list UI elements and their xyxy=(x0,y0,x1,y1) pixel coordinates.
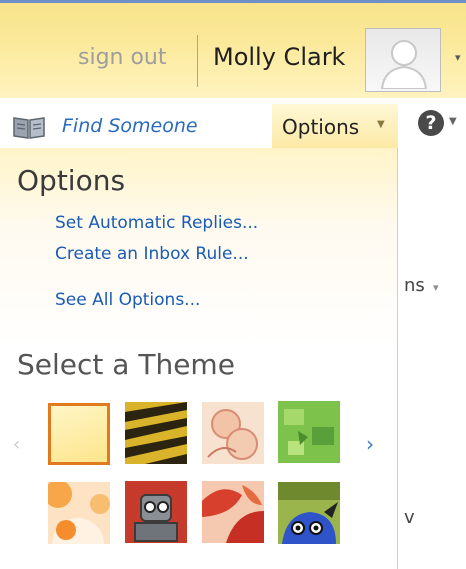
background-menu-text: ns xyxy=(404,275,425,296)
theme-thumbnail-robot[interactable] xyxy=(125,481,187,543)
theme-thumbnail-yellow-tiger[interactable] xyxy=(125,402,187,464)
options-tab[interactable]: Options ▼ xyxy=(272,104,398,148)
background-letter: v xyxy=(404,507,415,528)
chevron-down-icon: ▼ xyxy=(377,119,385,130)
theme-thumbnail-red-leaves[interactable] xyxy=(202,481,264,543)
options-tab-label: Options xyxy=(282,115,360,139)
panel-title: Options xyxy=(17,164,126,197)
theme-thumbnail-peach-sketch[interactable] xyxy=(202,402,264,464)
theme-thumbnail-green-leaves[interactable] xyxy=(278,401,340,463)
theme-thumbnail-pale-yellow[interactable] xyxy=(48,403,110,465)
address-book-icon[interactable] xyxy=(12,115,46,143)
options-dropdown-panel: Options Set Automatic Replies... Create … xyxy=(0,148,398,569)
avatar[interactable] xyxy=(365,28,441,92)
find-someone-input[interactable]: Find Someone xyxy=(62,115,198,137)
theme-thumbnail-blue-creature[interactable] xyxy=(278,482,340,544)
person-silhouette-icon xyxy=(380,40,428,89)
theme-thumbnail-orange-swirl[interactable] xyxy=(48,482,110,544)
chevron-down-icon[interactable]: ▼ xyxy=(449,116,457,127)
find-someone-bar: Find Someone xyxy=(0,104,273,148)
set-automatic-replies-link[interactable]: Set Automatic Replies... xyxy=(55,213,258,233)
select-theme-heading: Select a Theme xyxy=(17,348,235,381)
sign-out-link[interactable]: sign out xyxy=(78,45,167,70)
create-inbox-rule-link[interactable]: Create an Inbox Rule... xyxy=(55,244,249,264)
chevron-down-icon[interactable]: ▾ xyxy=(455,51,461,64)
user-name[interactable]: Molly Clark xyxy=(213,43,345,71)
help-icon[interactable]: ? xyxy=(418,110,444,136)
header-bar: sign out Molly Clark ▾ xyxy=(0,0,466,98)
chevron-left-icon[interactable]: ‹ xyxy=(13,434,20,455)
see-all-options-link[interactable]: See All Options... xyxy=(55,290,200,310)
chevron-right-icon[interactable]: › xyxy=(366,432,374,456)
header-divider xyxy=(197,35,198,87)
chevron-down-icon: ▾ xyxy=(433,281,439,294)
